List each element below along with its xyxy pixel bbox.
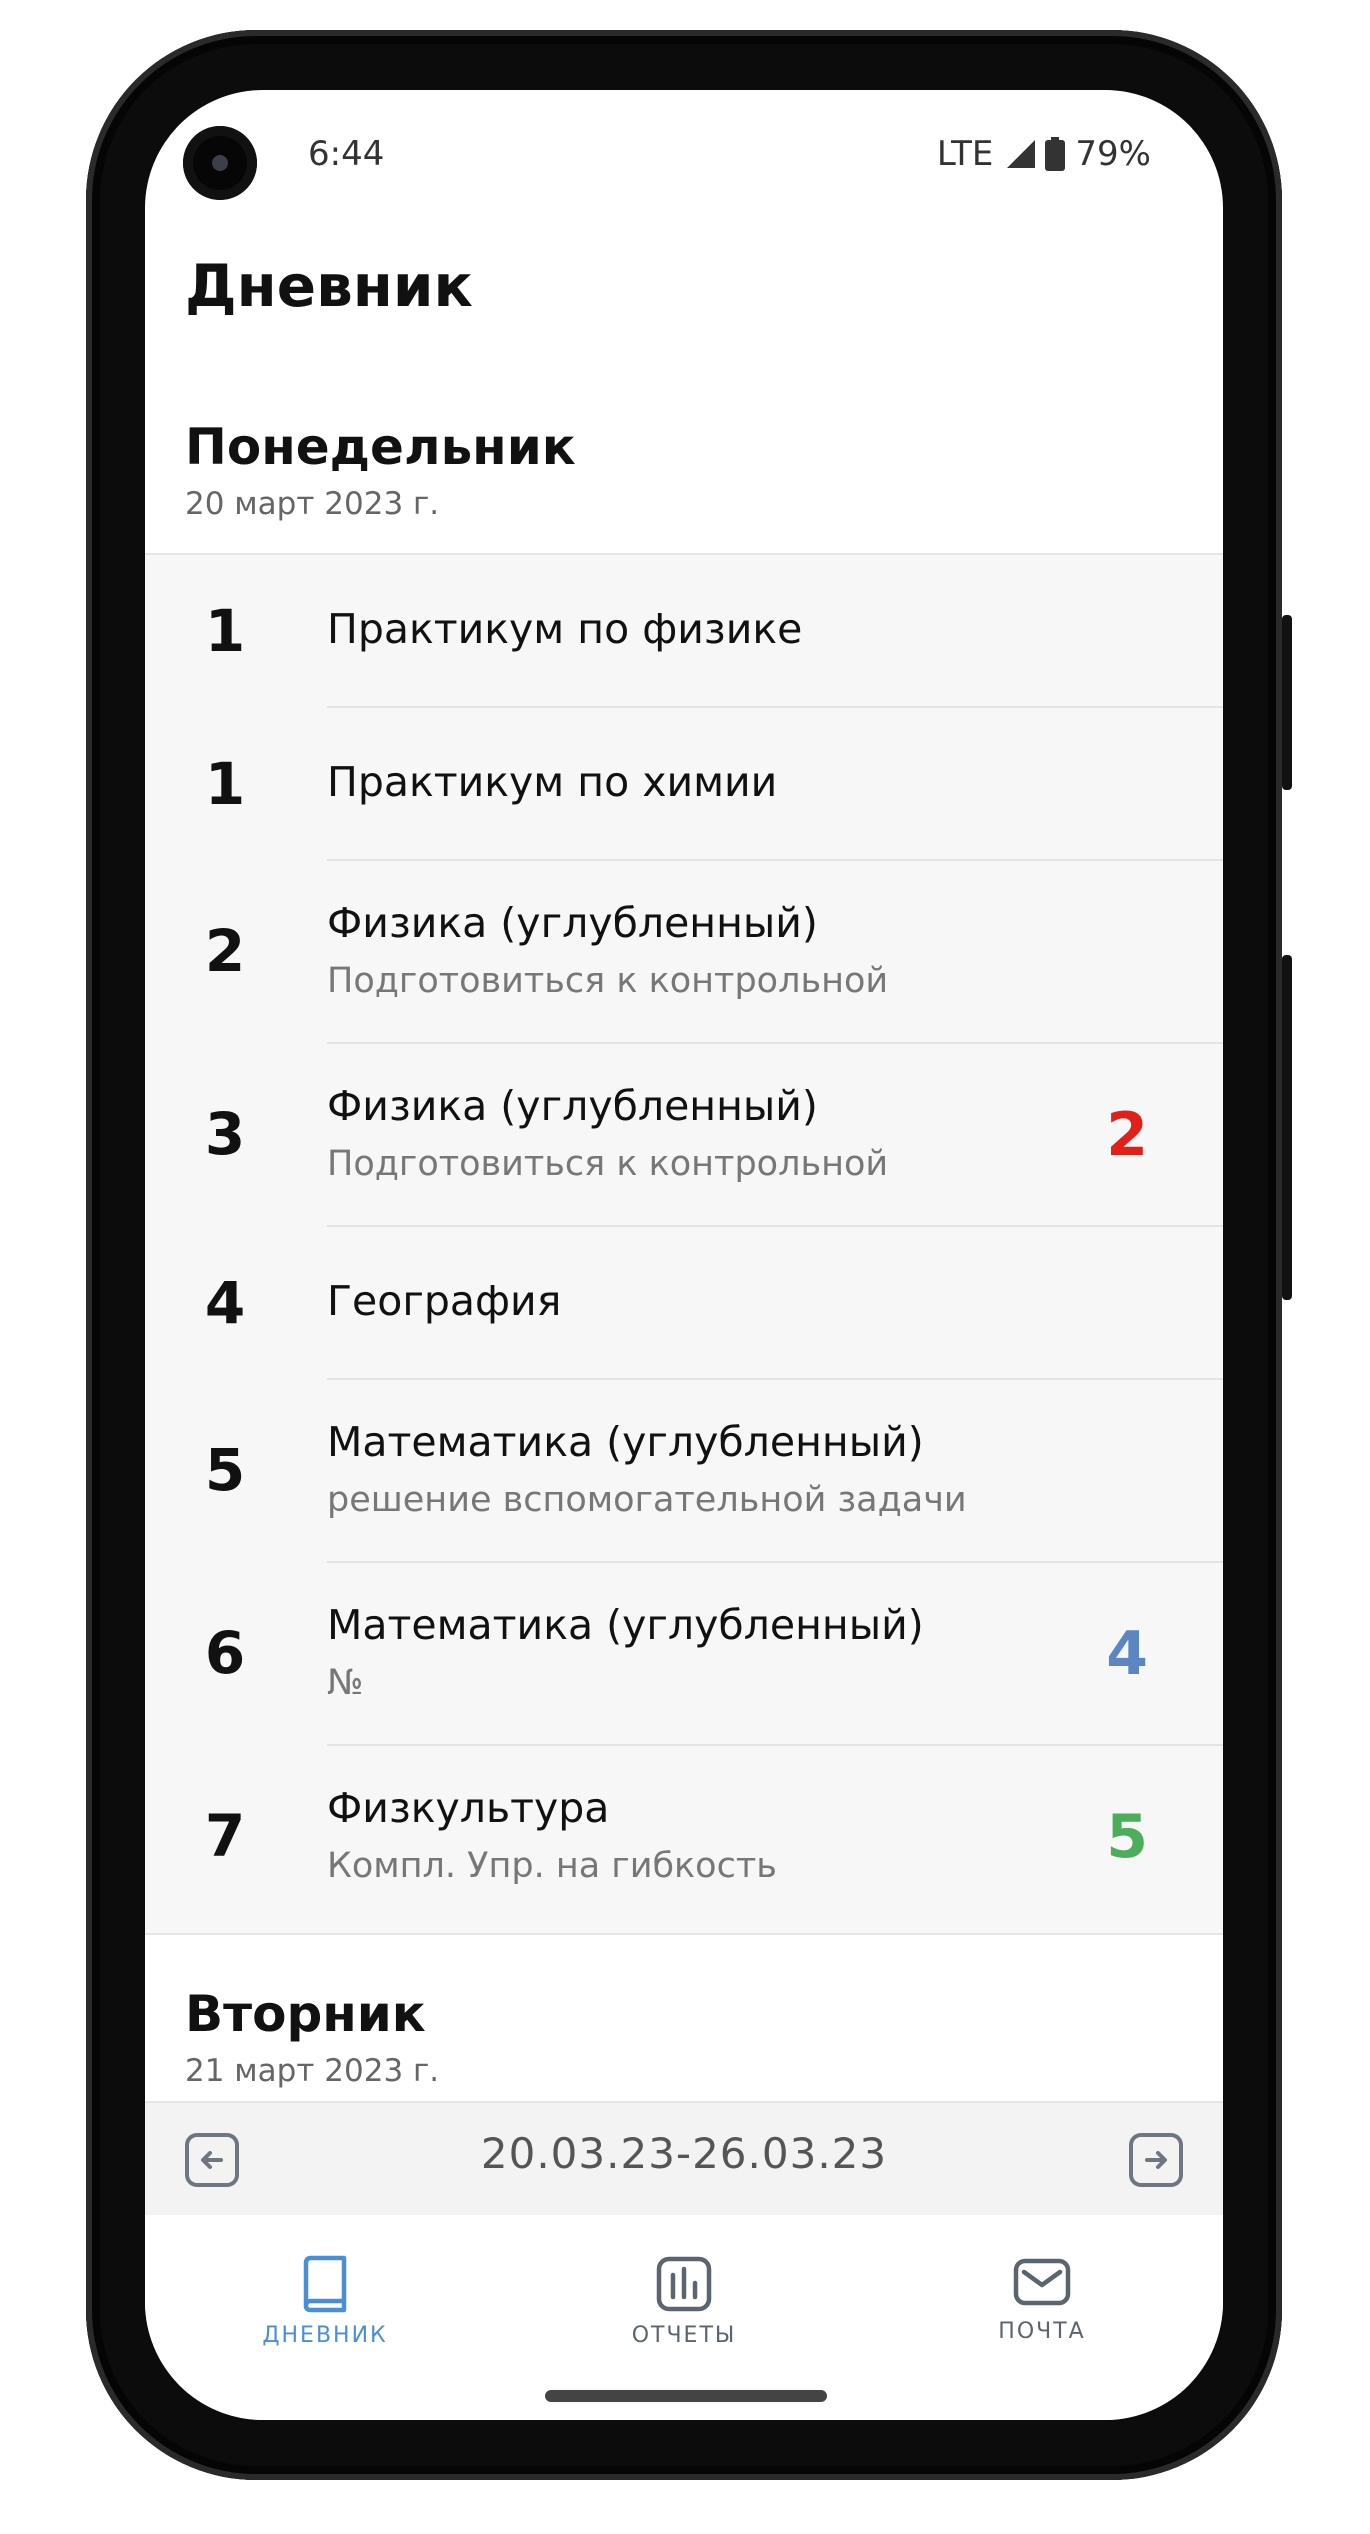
lesson-subject: Математика (углубленный) [327,1418,924,1466]
lesson-number: 1 [204,750,246,818]
lesson-number: 6 [204,1619,246,1687]
lesson-subject: Физкультура [327,1784,610,1832]
tab-label: ПОЧТА [998,2319,1086,2344]
next-week-button[interactable] [1129,2133,1183,2187]
week-range: 20.03.23-26.03.23 [480,2129,888,2178]
tab-label: ОТЧЕТЫ [631,2323,737,2348]
lesson-subject: Практикум по химии [327,758,778,806]
power-button [1282,955,1292,1300]
tab-diary[interactable]: ДНЕВНИК [225,2255,425,2348]
home-indicator[interactable] [545,2390,827,2402]
grade-badge[interactable]: 5 [1106,1802,1148,1872]
battery-icon [1045,137,1066,171]
lesson-row[interactable]: 1 Практикум по химии [145,708,1223,861]
lesson-subject: Практикум по физике [327,605,803,653]
lesson-subject: География [327,1277,562,1325]
lesson-number: 4 [204,1269,246,1337]
day-title: Вторник [185,1985,426,2043]
signal-icon [1007,140,1036,168]
lesson-number: 1 [204,597,246,665]
lesson-homework: Подготовиться к контрольной [327,961,889,1001]
battery-level: 79% [1075,134,1151,174]
lesson-subject: Физика (углубленный) [327,899,818,947]
lesson-row[interactable]: 1 Практикум по физике [145,555,1223,708]
lesson-number: 7 [204,1802,246,1870]
grade-badge[interactable]: 4 [1106,1619,1148,1689]
front-camera [183,126,257,200]
lesson-number: 3 [204,1100,246,1168]
lesson-row[interactable]: 7 Физкультура Компл. Упр. на гибкость 5 [145,1746,1223,1929]
mail-icon [1013,2258,1071,2306]
lesson-homework: Компл. Упр. на гибкость [327,1846,777,1886]
status-time: 6:44 [308,134,385,174]
lesson-number: 5 [204,1436,246,1504]
grade-badge[interactable]: 2 [1106,1100,1148,1170]
lesson-homework: решение вспомогательной задачи [327,1480,967,1520]
day-date: 20 март 2023 г. [185,486,440,522]
page-title: Дневник [185,252,473,320]
lesson-row[interactable]: 3 Физика (углубленный) Подготовиться к к… [145,1044,1223,1227]
chart-icon [656,2256,712,2312]
lesson-row[interactable]: 6 Математика (углубленный) № 4 [145,1563,1223,1746]
lesson-homework: Подготовиться к контрольной [327,1144,889,1184]
day-date: 21 март 2023 г. [185,2053,440,2089]
screen: 6:44 LTE 79% Дневник Понедельник 20 март… [145,90,1223,2420]
tab-reports[interactable]: ОТЧЕТЫ [584,2255,784,2348]
tab-label: ДНЕВНИК [262,2323,388,2348]
status-indicators: LTE 79% [937,134,1151,174]
lesson-subject: Физика (углубленный) [327,1082,818,1130]
lesson-row[interactable]: 5 Математика (углубленный) решение вспом… [145,1380,1223,1563]
tab-mail[interactable]: ПОЧТА [942,2255,1142,2344]
network-type: LTE [936,134,994,174]
lesson-row[interactable]: 2 Физика (углубленный) Подготовиться к к… [145,861,1223,1044]
volume-button [1282,615,1292,790]
arrow-right-icon [1145,2151,1167,2169]
book-icon [303,2255,347,2313]
lesson-homework: № [327,1663,364,1703]
lesson-number: 2 [204,917,246,985]
lesson-list: 1 Практикум по физике 1 Практикум по хим… [145,553,1223,1935]
lesson-subject: Математика (углубленный) [327,1601,924,1649]
week-navigation: 20.03.23-26.03.23 [145,2101,1223,2215]
lesson-row[interactable]: 4 География [145,1227,1223,1380]
day-title: Понедельник [185,418,576,476]
